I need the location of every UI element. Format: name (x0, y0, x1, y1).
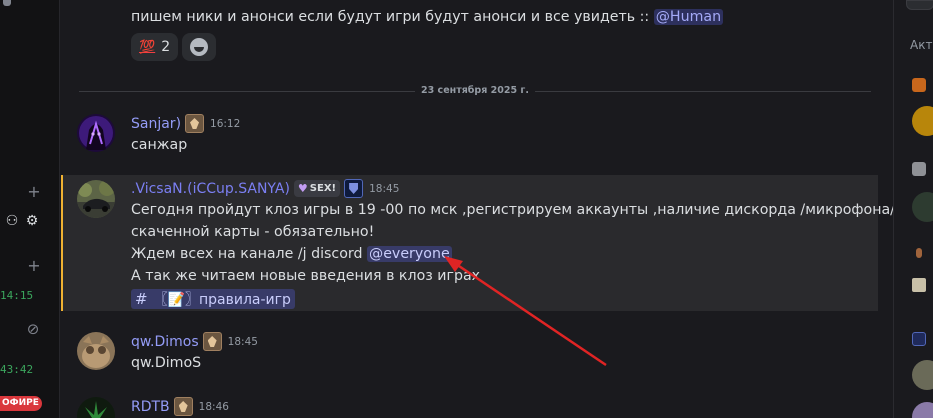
channel-link[interactable]: # 〖📝〗правила-игр (131, 289, 295, 309)
server-tag-label: SEX! (309, 183, 337, 194)
reaction-count: 2 (161, 39, 171, 55)
member-avatar[interactable] (912, 106, 933, 136)
sidebar-actions: ⚇ ⚙ (0, 208, 48, 234)
hash-icon: # (135, 290, 148, 308)
username[interactable]: qw.Dimos (131, 334, 199, 350)
avatar[interactable] (77, 180, 115, 218)
message-text: Сегодня пройдут клоз игры в 19 -00 по мс… (131, 202, 895, 218)
date-divider-label: 23 сентября 2025 г. (415, 85, 535, 96)
role-icon (185, 114, 205, 133)
activity-heading: Акт (910, 38, 933, 52)
add-icon[interactable]: + (27, 184, 41, 200)
avatar[interactable] (77, 332, 115, 370)
message-text: санжар (131, 137, 188, 153)
voice-timer: 14:15 (0, 289, 34, 302)
activity-icon (916, 248, 922, 258)
message-line: Ждем всех на канале /j discord @everyone (131, 243, 452, 265)
reactions-bar: 💯 2 (131, 33, 217, 61)
message-text: пишем ники и анонси если будут игри буду… (131, 9, 650, 25)
everyone-mention[interactable]: @everyone (367, 246, 452, 262)
role-icon (202, 332, 222, 351)
timestamp[interactable]: 18:45 (228, 336, 258, 348)
message-text: А так же читаем новые введения в клоз иг… (131, 268, 481, 284)
username[interactable]: Sanjar) (131, 116, 181, 132)
member-avatar[interactable] (912, 192, 933, 222)
gear-icon[interactable]: ⚙ (24, 213, 40, 229)
activity-icon (912, 78, 926, 92)
voice-timer: 43:42 (0, 363, 34, 376)
member-avatar[interactable] (912, 360, 933, 390)
add-reaction-button[interactable] (182, 33, 217, 61)
channel-sidebar: + ⚇ ⚙ + 14:15 ⊘ 43:42 ОФИРЕ (0, 0, 60, 418)
server-indicator (3, 0, 11, 6)
add-channel-icon[interactable]: + (27, 258, 41, 274)
member-avatar[interactable] (912, 402, 933, 418)
message-text: скаченной карты - обязательно! (131, 224, 375, 240)
activity-icon (912, 162, 926, 176)
shield-role-icon (912, 332, 926, 346)
server-tag[interactable]: ♥ SEX! (293, 180, 341, 197)
member-avatar[interactable] (912, 278, 926, 292)
timestamp[interactable]: 18:46 (199, 401, 229, 413)
date-divider: 23 сентября 2025 г. (79, 85, 871, 96)
member-list: Акт (893, 0, 933, 418)
channel-link-label: 〖📝〗правила-игр (153, 292, 291, 308)
message-text: qw.DimoS (131, 355, 202, 371)
live-badge: ОФИРЕ (0, 396, 42, 411)
avatar[interactable] (77, 114, 115, 152)
chat-area: пишем ники и анонси если будут игри буду… (61, 0, 895, 418)
message-text: Ждем всех на канале /j discord (131, 246, 363, 262)
role-icon (173, 397, 193, 416)
username[interactable]: .VicsaN.(iCCup.SANYA) (131, 181, 290, 197)
user-mention[interactable]: @Human (653, 9, 724, 25)
heart-icon: ♥ (297, 182, 308, 195)
shield-role-icon (344, 179, 364, 198)
smiley-icon (190, 38, 209, 56)
search-box[interactable] (906, 0, 933, 10)
avatar[interactable] (77, 397, 115, 418)
username[interactable]: RDTB (131, 399, 170, 415)
muted-icon[interactable]: ⊘ (24, 320, 42, 338)
hundred-points-icon: 💯 (139, 39, 156, 55)
reaction-hundred[interactable]: 💯 2 (131, 33, 179, 61)
add-member-icon[interactable]: ⚇ (4, 213, 20, 229)
timestamp[interactable]: 18:45 (369, 183, 399, 195)
timestamp[interactable]: 16:12 (210, 118, 240, 130)
message-content: пишем ники и анонси если будут игри буду… (131, 6, 724, 28)
